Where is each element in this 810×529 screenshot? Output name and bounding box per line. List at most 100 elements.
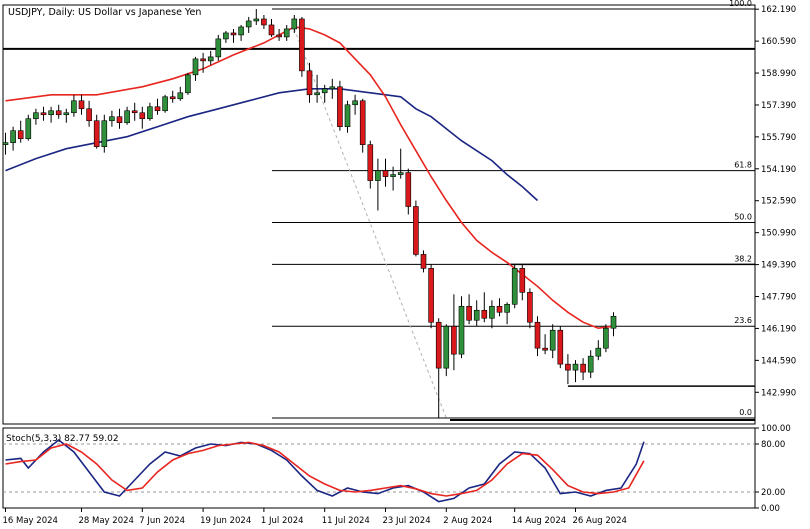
- candle-body[interactable]: [48, 110, 54, 116]
- candle[interactable]: [223, 30, 229, 43]
- candle[interactable]: [33, 108, 39, 125]
- candle-body[interactable]: [496, 305, 503, 313]
- candle[interactable]: [169, 90, 176, 103]
- candle-body[interactable]: [314, 92, 320, 96]
- candle-body[interactable]: [71, 100, 77, 114]
- candle[interactable]: [261, 14, 267, 29]
- candle-body[interactable]: [580, 363, 586, 373]
- candle[interactable]: [572, 360, 579, 383]
- candle-body[interactable]: [306, 70, 313, 96]
- candle-body[interactable]: [603, 327, 609, 349]
- candle[interactable]: [473, 300, 480, 327]
- candle-body[interactable]: [595, 347, 602, 357]
- candle-body[interactable]: [458, 305, 465, 355]
- candle[interactable]: [253, 8, 260, 25]
- candle[interactable]: [382, 158, 389, 187]
- candle[interactable]: [268, 18, 275, 37]
- candle[interactable]: [291, 14, 298, 33]
- candle[interactable]: [481, 292, 488, 323]
- candle[interactable]: [139, 106, 146, 129]
- candle-body[interactable]: [40, 112, 47, 116]
- candle-body[interactable]: [397, 172, 404, 175]
- candle[interactable]: [435, 318, 442, 419]
- candle[interactable]: [78, 94, 85, 115]
- candle[interactable]: [124, 106, 130, 125]
- candle-body[interactable]: [375, 170, 381, 181]
- candle[interactable]: [71, 94, 77, 117]
- candle-body[interactable]: [276, 34, 282, 38]
- candle-body[interactable]: [169, 96, 176, 100]
- candle[interactable]: [215, 34, 222, 61]
- candle[interactable]: [306, 62, 313, 103]
- candle[interactable]: [496, 298, 503, 317]
- candle[interactable]: [283, 24, 290, 41]
- candle-body[interactable]: [238, 26, 244, 36]
- candle-body[interactable]: [154, 106, 161, 112]
- candle-body[interactable]: [443, 325, 450, 369]
- candle[interactable]: [116, 108, 123, 129]
- candle-body[interactable]: [33, 112, 39, 120]
- candle[interactable]: [337, 80, 343, 131]
- candle-body[interactable]: [268, 24, 275, 36]
- candle-body[interactable]: [527, 292, 533, 323]
- candle-body[interactable]: [405, 172, 412, 207]
- candle[interactable]: [428, 264, 434, 329]
- candle-body[interactable]: [261, 18, 267, 26]
- candle-body[interactable]: [382, 170, 389, 177]
- candle-body[interactable]: [435, 321, 442, 369]
- candle-body[interactable]: [519, 268, 526, 293]
- candle[interactable]: [504, 302, 510, 325]
- candle-body[interactable]: [230, 32, 237, 36]
- candle[interactable]: [534, 316, 541, 357]
- candle[interactable]: [86, 100, 92, 127]
- candle-body[interactable]: [390, 174, 396, 177]
- candle-body[interactable]: [131, 110, 138, 114]
- candle-body[interactable]: [413, 206, 419, 255]
- candle-body[interactable]: [2, 142, 9, 145]
- candle-body[interactable]: [489, 305, 495, 319]
- candle-body[interactable]: [223, 32, 229, 40]
- candle[interactable]: [519, 264, 526, 301]
- candle-body[interactable]: [359, 100, 366, 145]
- candle-body[interactable]: [534, 321, 541, 349]
- candle-body[interactable]: [25, 118, 32, 139]
- candle-body[interactable]: [245, 20, 252, 28]
- candle[interactable]: [238, 24, 244, 41]
- candle-body[interactable]: [352, 100, 358, 106]
- candle-body[interactable]: [542, 347, 548, 351]
- candle[interactable]: [245, 16, 252, 33]
- candle-body[interactable]: [420, 254, 427, 269]
- candle[interactable]: [10, 126, 16, 151]
- candle[interactable]: [2, 132, 9, 155]
- candle[interactable]: [603, 324, 609, 353]
- candle[interactable]: [397, 148, 404, 179]
- candle[interactable]: [48, 106, 54, 123]
- candle-body[interactable]: [10, 130, 16, 143]
- candle-body[interactable]: [253, 18, 260, 22]
- candle[interactable]: [17, 120, 24, 143]
- candle[interactable]: [344, 100, 351, 133]
- candle-body[interactable]: [78, 100, 85, 110]
- candle-body[interactable]: [587, 355, 594, 373]
- candle[interactable]: [458, 296, 465, 359]
- candle[interactable]: [413, 200, 419, 257]
- candle-body[interactable]: [185, 74, 191, 94]
- candle[interactable]: [321, 84, 328, 103]
- candle-body[interactable]: [466, 305, 472, 321]
- candle[interactable]: [420, 250, 427, 273]
- candle[interactable]: [147, 102, 153, 121]
- candle[interactable]: [359, 98, 366, 153]
- candle-body[interactable]: [116, 116, 123, 124]
- candle-body[interactable]: [344, 104, 351, 128]
- candle-body[interactable]: [283, 28, 290, 38]
- candle[interactable]: [595, 340, 602, 361]
- candle[interactable]: [192, 56, 199, 81]
- candle[interactable]: [162, 94, 168, 113]
- candle[interactable]: [177, 86, 184, 101]
- candle-body[interactable]: [549, 329, 556, 351]
- candle-body[interactable]: [572, 363, 579, 371]
- candle[interactable]: [154, 98, 161, 115]
- candle[interactable]: [109, 110, 115, 127]
- candle[interactable]: [55, 104, 62, 119]
- candle-body[interactable]: [86, 108, 92, 122]
